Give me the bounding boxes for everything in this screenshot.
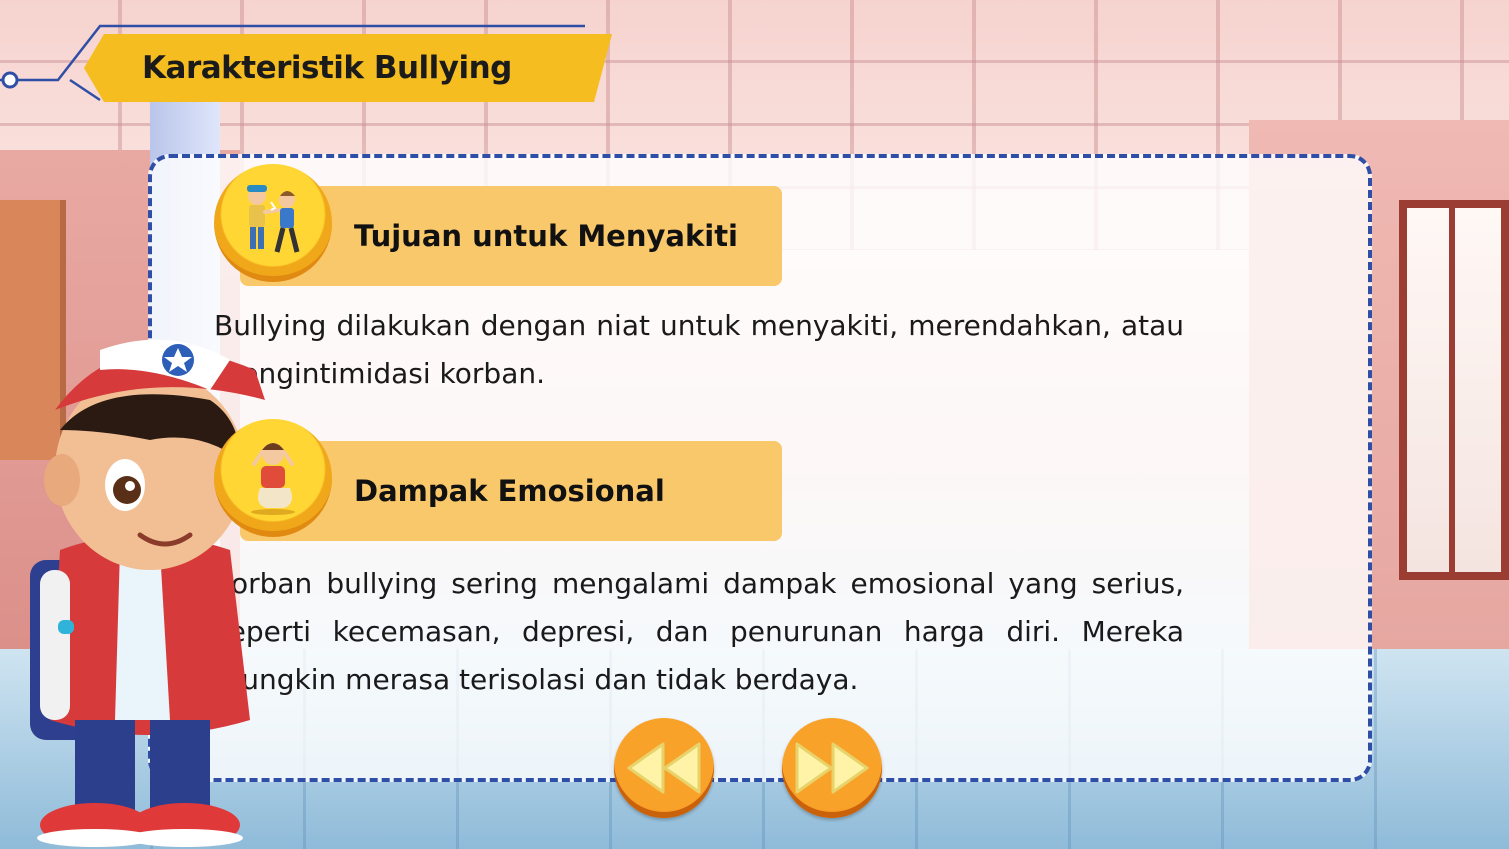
pushing-kids-icon: [214, 164, 332, 282]
title-banner: Karakteristik Bullying: [84, 34, 612, 102]
right-window: [1399, 200, 1509, 580]
previous-button[interactable]: [614, 718, 714, 818]
page-title: Karakteristik Bullying: [142, 50, 512, 86]
boy-mascot-illustration: [30, 339, 265, 847]
sad-kid-icon: [214, 419, 332, 537]
section-header-dampak: Dampak Emosional: [214, 419, 782, 541]
section-title: Tujuan untuk Menyakiti: [354, 219, 738, 253]
section-description: Korban bullying sering mengalami dampak …: [214, 567, 1184, 696]
next-button[interactable]: [782, 718, 882, 818]
rewind-icon: [627, 742, 701, 794]
section-description: Bullying dilakukan dengan niat untuk men…: [214, 309, 1184, 390]
fast-forward-icon: [795, 742, 869, 794]
section-title: Dampak Emosional: [354, 474, 665, 508]
section-header-tujuan: Tujuan untuk Menyakiti: [214, 164, 782, 286]
